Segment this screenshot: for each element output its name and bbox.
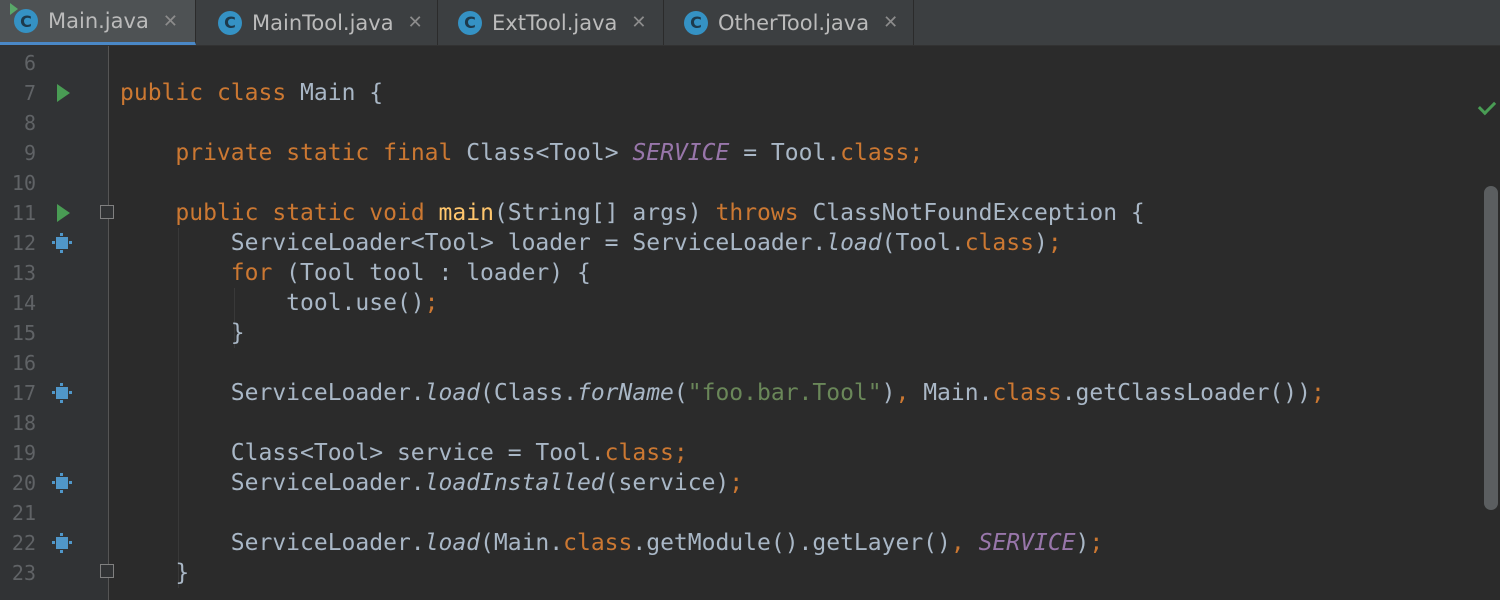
fold-toggle-icon[interactable] [100, 205, 114, 219]
code-line-12: ServiceLoader<Tool> loader = ServiceLoad… [120, 230, 1062, 256]
close-icon[interactable]: ✕ [408, 12, 423, 33]
line-number-gutter: 6 7 8 9 10 11 12 13 14 15 16 17 18 19 20… [0, 46, 109, 600]
line-number: 6 [23, 51, 36, 75]
code-line-17: ServiceLoader.load(Class.forName("foo.ba… [120, 380, 1325, 406]
line-number: 18 [11, 411, 36, 435]
tab-label: OtherTool.java [718, 10, 870, 35]
line-number: 21 [11, 501, 36, 525]
line-number: 12 [11, 231, 36, 255]
code-line-19: Class<Tool> service = Tool.class; [120, 440, 688, 466]
line-number: 23 [11, 561, 36, 585]
run-main-icon[interactable] [57, 204, 70, 222]
class-c-icon: C [684, 10, 708, 35]
code-line-22: ServiceLoader.load(Main.class.getModule(… [120, 530, 1104, 556]
class-c-icon: C [218, 10, 242, 35]
code-line-23: } [120, 560, 190, 586]
close-icon[interactable]: ✕ [883, 12, 898, 33]
tab-label: Main.java [48, 9, 149, 33]
tab-label: MainTool.java [252, 10, 394, 35]
service-loader-icon[interactable] [52, 383, 72, 403]
line-number: 13 [11, 261, 36, 285]
code-line-13: for (Tool tool : loader) { [230, 260, 591, 286]
class-c-icon: C [10, 3, 38, 33]
code-editor[interactable]: 6 7 8 9 10 11 12 13 14 15 16 17 18 19 20… [0, 46, 1500, 600]
service-loader-icon[interactable] [52, 473, 72, 493]
line-number: 11 [11, 201, 36, 225]
code-line-7: public class Main { [120, 80, 384, 106]
service-loader-icon[interactable] [52, 233, 72, 253]
line-number: 15 [11, 321, 36, 345]
close-icon[interactable]: ✕ [631, 12, 646, 33]
line-number: 19 [11, 441, 36, 465]
line-number: 8 [23, 111, 36, 135]
tab-label: ExtTool.java [492, 10, 618, 35]
vertical-scrollbar[interactable] [1484, 186, 1498, 510]
line-number: 20 [11, 471, 36, 495]
line-number: 14 [11, 291, 36, 315]
service-loader-icon[interactable] [52, 533, 72, 553]
run-class-icon[interactable] [57, 84, 70, 102]
run-badge-icon [10, 3, 18, 15]
line-number: 22 [11, 531, 36, 555]
tab-exttool-java[interactable]: C ExtTool.java ✕ [438, 0, 664, 45]
class-c-icon: C [458, 10, 482, 35]
tab-othertool-java[interactable]: C OtherTool.java ✕ [664, 0, 914, 45]
code-line-14: tool.use(); [120, 290, 439, 316]
code-line-15: } [120, 320, 245, 346]
tab-maintool-java[interactable]: C MainTool.java ✕ [196, 0, 438, 45]
code-line-11: public static void main(String[] args) t… [175, 200, 1145, 226]
tab-main-java[interactable]: C Main.java ✕ [0, 0, 196, 45]
fold-toggle-icon[interactable] [100, 564, 114, 578]
close-icon[interactable]: ✕ [163, 11, 178, 32]
editor-tab-bar: C Main.java ✕ C MainTool.java ✕ C ExtToo… [0, 0, 1500, 46]
line-number: 10 [11, 171, 36, 195]
line-number: 16 [11, 351, 36, 375]
line-number: 7 [23, 81, 36, 105]
line-number: 17 [11, 381, 36, 405]
no-problems-check-icon[interactable] [1478, 96, 1500, 116]
line-number: 9 [23, 141, 36, 165]
code-line-20: ServiceLoader.loadInstalled(service); [120, 470, 744, 496]
code-line-9: private static final Class<Tool> SERVICE… [175, 140, 924, 166]
